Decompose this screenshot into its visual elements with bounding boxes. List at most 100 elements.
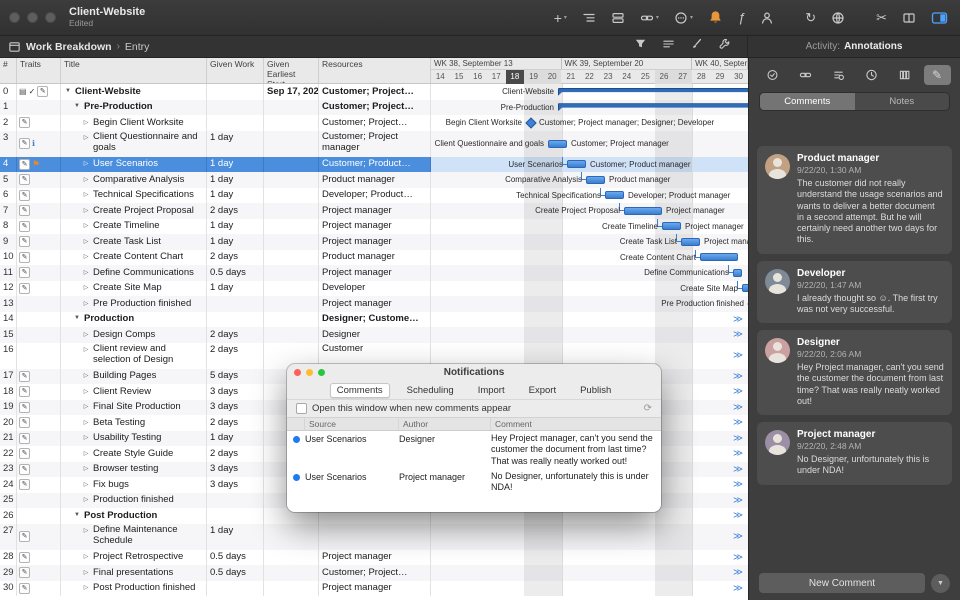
notif-tab-comments[interactable]: Comments — [330, 383, 390, 398]
table-row[interactable]: 13▷Pre Production finishedProject manage… — [0, 296, 748, 312]
cell-title[interactable]: ▷Client Questionnaire and goals — [61, 131, 207, 157]
disclosure-leaf-icon[interactable]: ▷ — [82, 494, 90, 503]
disclosure-leaf-icon[interactable]: ▷ — [82, 448, 90, 457]
cell-title[interactable]: ▷Create Site Map — [61, 281, 207, 297]
table-row[interactable]: 4✎⚑▷User Scenarios1 dayCustomer; Product… — [0, 157, 748, 173]
comment-card[interactable]: Developer9/22/20, 1:47 AMI already thoug… — [757, 261, 952, 324]
close-button[interactable] — [9, 12, 20, 23]
note-icon[interactable]: ✎ — [19, 236, 30, 247]
task-bar[interactable] — [586, 176, 605, 184]
grid-tool-button[interactable] — [891, 65, 918, 85]
task-bar[interactable] — [700, 253, 738, 261]
refresh-icon[interactable]: ⟳ — [644, 403, 652, 414]
overflow-indicator[interactable]: ≫ — [733, 431, 742, 447]
comment-card[interactable]: Project manager9/22/20, 2:48 AMNo Design… — [757, 422, 952, 485]
cell-title[interactable]: ▷Begin Client Worksite — [61, 115, 207, 131]
cell-title[interactable]: ▷Create Content Chart — [61, 250, 207, 266]
overflow-indicator[interactable]: ≫ — [733, 446, 742, 462]
column-header-work[interactable]: Given Work — [207, 58, 264, 83]
cell-title[interactable]: ▷Client review and selection of Design — [61, 343, 207, 369]
disclosure-leaf-icon[interactable]: ▷ — [82, 370, 90, 379]
notif-column-header-source[interactable]: Source — [305, 418, 399, 430]
table-row[interactable]: 0▤✓✎▼Client-WebsiteSep 17, 2020Customer;… — [0, 84, 748, 100]
info-icon[interactable]: ℹ — [32, 140, 35, 148]
list-tool-button[interactable] — [825, 65, 852, 85]
cell-title[interactable]: ▷Building Pages — [61, 369, 207, 385]
table-row[interactable]: 30✎▷Post Production finishedProject mana… — [0, 581, 748, 597]
table-row[interactable]: 11✎▷Define Communications0.5 daysProject… — [0, 265, 748, 281]
cut-button[interactable]: ✂ — [874, 9, 889, 26]
cell-title[interactable]: ▷Design Comps — [61, 327, 207, 343]
disclosure-leaf-icon[interactable]: ▷ — [82, 117, 90, 126]
notif-tab-export[interactable]: Export — [522, 383, 563, 398]
overflow-indicator[interactable]: ≫ — [733, 400, 742, 416]
formula-button[interactable]: ƒ — [736, 9, 747, 26]
cell-title[interactable]: ▼Pre-Production — [61, 100, 207, 116]
overflow-indicator[interactable]: ≫ — [733, 343, 742, 369]
overflow-indicator[interactable]: ≫ — [733, 312, 742, 328]
note-icon[interactable]: ✎ — [19, 159, 30, 170]
check-icon[interactable]: ✓ — [29, 88, 36, 96]
cell-title[interactable]: ▼Post Production — [61, 508, 207, 524]
cell-title[interactable]: ▷Production finished — [61, 493, 207, 509]
breadcrumb-item[interactable]: Entry — [125, 41, 150, 53]
close-button[interactable] — [294, 369, 301, 376]
task-bar[interactable] — [662, 222, 681, 230]
summary-bar[interactable] — [558, 88, 748, 96]
disclosure-leaf-icon[interactable]: ▷ — [82, 267, 90, 276]
table-row[interactable]: 14▼ProductionDesigner; Custome…≫ — [0, 312, 748, 328]
note-icon[interactable]: ✎ — [19, 402, 30, 413]
disclosure-leaf-icon[interactable]: ▷ — [82, 251, 90, 260]
column-header-num[interactable]: # — [0, 58, 17, 83]
task-bar[interactable] — [733, 269, 742, 277]
overflow-indicator[interactable]: ≫ — [733, 462, 742, 478]
note-icon[interactable]: ✎ — [19, 567, 30, 578]
column-header-title[interactable]: Title — [61, 58, 207, 83]
cell-title[interactable]: ▷User Scenarios — [61, 157, 207, 173]
note-icon[interactable]: ✎ — [19, 252, 30, 263]
overflow-indicator[interactable]: ≫ — [733, 565, 742, 581]
badge-tool-button[interactable] — [759, 65, 786, 85]
overflow-indicator[interactable]: ≫ — [733, 524, 742, 550]
note-icon[interactable]: ✎ — [37, 86, 48, 97]
note-icon[interactable]: ✎ — [19, 417, 30, 428]
table-row[interactable]: 15▷Design Comps2 daysDesigner≫ — [0, 327, 748, 343]
note-icon[interactable]: ✎ — [19, 138, 30, 149]
note-icon[interactable]: ✎ — [19, 267, 30, 278]
disclosure-leaf-icon[interactable]: ▷ — [82, 551, 90, 560]
disclosure-leaf-icon[interactable]: ▷ — [82, 432, 90, 441]
more-button[interactable]: ▾ — [672, 9, 695, 27]
note-icon[interactable]: ✎ — [19, 190, 30, 201]
activity-value[interactable]: Annotations — [844, 41, 902, 52]
new-comment-button[interactable]: New Comment — [759, 573, 925, 593]
disclosure-leaf-icon[interactable]: ▷ — [82, 479, 90, 488]
table-row[interactable]: 28✎▷Project Retrospective0.5 daysProject… — [0, 550, 748, 566]
overflow-indicator[interactable]: ≫ — [733, 369, 742, 385]
note-icon[interactable]: ✎ — [19, 464, 30, 475]
table-row[interactable]: 2✎▷Begin Client WorksiteCustomer; Projec… — [0, 115, 748, 131]
notif-column-header-comment[interactable]: Comment — [491, 418, 661, 430]
table-row[interactable]: 12✎▷Create Site Map1 dayDeveloperCreate … — [0, 281, 748, 297]
task-bar[interactable] — [567, 160, 586, 168]
minimize-button[interactable] — [27, 12, 38, 23]
disclosure-leaf-icon[interactable]: ▷ — [82, 417, 90, 426]
attach-tool-button[interactable] — [792, 65, 819, 85]
zoom-button[interactable] — [45, 12, 56, 23]
disclosure-leaf-icon[interactable]: ▷ — [82, 386, 90, 395]
disclosure-leaf-icon[interactable]: ▷ — [82, 282, 90, 291]
note-icon[interactable]: ✎ — [19, 531, 30, 542]
person-button[interactable] — [758, 9, 776, 27]
insert-button[interactable]: +▾ — [552, 9, 569, 27]
cell-title[interactable]: ▷Pre Production finished — [61, 296, 207, 312]
table-row[interactable]: 1▼Pre-ProductionCustomer; Project…Pre-Pr… — [0, 100, 748, 116]
link-button[interactable]: ▾ — [638, 9, 661, 27]
cell-title[interactable]: ▷Final presentations — [61, 565, 207, 581]
notification-row[interactable]: User ScenariosProject managerNo Designer… — [287, 469, 661, 496]
disclosure-leaf-icon[interactable]: ▷ — [82, 132, 90, 141]
cell-title[interactable]: ▷Project Retrospective — [61, 550, 207, 566]
task-bar[interactable] — [624, 207, 662, 215]
cell-title[interactable]: ▷Create Task List — [61, 234, 207, 250]
task-bar[interactable] — [681, 238, 700, 246]
overflow-indicator[interactable]: ≫ — [733, 327, 742, 343]
settings-button[interactable] — [718, 37, 731, 56]
